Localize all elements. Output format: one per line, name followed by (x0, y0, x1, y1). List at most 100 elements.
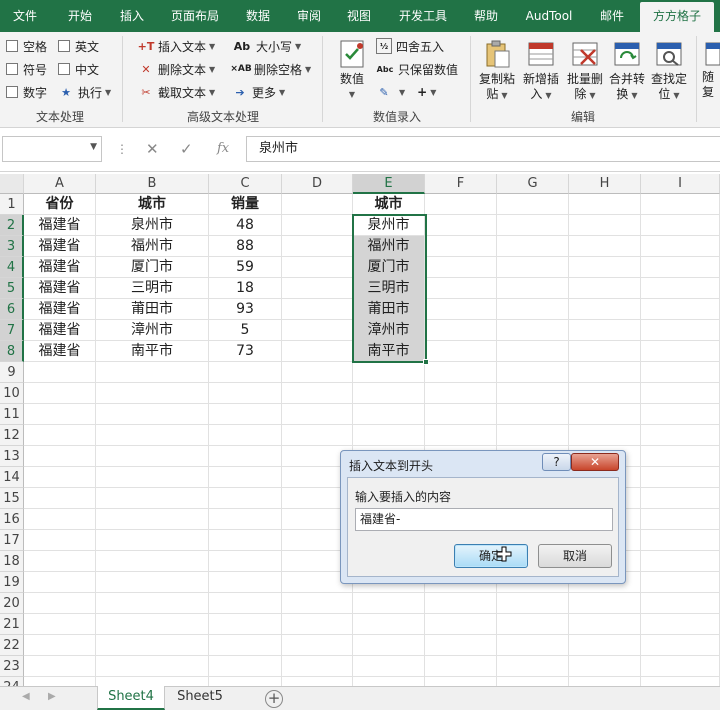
column-header-c[interactable]: C (209, 174, 282, 194)
column-header-g[interactable]: G (497, 174, 569, 194)
cell-a3[interactable]: 福建省 (24, 236, 95, 257)
extract-text-button[interactable]: ✂ 截取文本 ▼ (138, 82, 215, 102)
confirm-icon[interactable]: ✓ (180, 140, 193, 158)
cell-e1[interactable]: 城市 (353, 194, 424, 215)
tab-mail[interactable]: 邮件 (588, 0, 636, 32)
worksheet-grid[interactable]: ABCDEFGHI 1 2 3 4 5 6 7 8 9 10 11 12 13 14 15 16 17 18 19 2… (0, 174, 720, 710)
cancel-button[interactable]: 取消 (538, 544, 612, 568)
cell-b6[interactable]: 莆田市 (96, 299, 208, 320)
cell-c5[interactable]: 18 (209, 278, 281, 299)
cell-a1[interactable]: 省份 (24, 194, 95, 215)
tab-view[interactable]: 视图 (336, 0, 382, 32)
cell-c7[interactable]: 5 (209, 320, 281, 341)
tab-fangfang[interactable]: 方方格子 (640, 2, 714, 32)
row-header-13[interactable]: 13 (0, 446, 24, 467)
cell-a5[interactable]: 福建省 (24, 278, 95, 299)
english-checkbox[interactable]: 英文 (58, 36, 99, 56)
row-header-18[interactable]: 18 (0, 551, 24, 572)
sheet-prev-icon[interactable]: ◀ (22, 691, 30, 702)
close-icon[interactable]: ✕ (571, 453, 619, 471)
cell-a2[interactable]: 福建省 (24, 215, 95, 236)
cancel-icon[interactable]: ✕ (146, 140, 159, 158)
function-icon[interactable]: fx (217, 141, 229, 156)
fill-handle[interactable] (423, 359, 429, 365)
case-button[interactable]: Ab 大小写 ▼ (232, 36, 301, 56)
column-header-d[interactable]: D (282, 174, 353, 194)
tab-home[interactable]: 开始 (56, 0, 104, 32)
select-all-corner[interactable] (0, 174, 24, 194)
row-header-5[interactable]: 5 (0, 278, 24, 299)
column-header-e[interactable]: E (353, 174, 425, 194)
sheet-tab-sheet5[interactable]: Sheet5 (167, 686, 233, 710)
cell-a4[interactable]: 福建省 (24, 257, 95, 278)
row-header-17[interactable]: 17 (0, 530, 24, 551)
chinese-checkbox[interactable]: 中文 (58, 59, 99, 79)
more-button[interactable]: ➔ 更多 ▼ (232, 82, 285, 102)
row-header-19[interactable]: 19 (0, 572, 24, 593)
cell-b8[interactable]: 南平市 (96, 341, 208, 362)
cell-b4[interactable]: 厦门市 (96, 257, 208, 278)
number-checkbox[interactable]: 数字 (6, 82, 47, 102)
merge-convert-button[interactable]: 合并转 换 ▼ (606, 38, 648, 103)
cell-e7[interactable]: 漳州市 (353, 320, 424, 341)
cell-a8[interactable]: 福建省 (24, 341, 95, 362)
keep-value-button[interactable]: Abc 只保留数值 (376, 59, 458, 79)
space-checkbox[interactable]: 空格 (6, 36, 47, 56)
delete-space-button[interactable]: ×AB 删除空格 ▼ (230, 59, 311, 79)
sheet-next-icon[interactable]: ▶ (48, 691, 56, 702)
random-button[interactable]: 随 复 (702, 38, 720, 100)
tab-insert[interactable]: 插入 (108, 0, 156, 32)
row-header-22[interactable]: 22 (0, 635, 24, 656)
row-header-2[interactable]: 2 (0, 215, 24, 236)
column-header-b[interactable]: B (96, 174, 209, 194)
row-header-21[interactable]: 21 (0, 614, 24, 635)
name-box[interactable]: ▼ (2, 136, 102, 162)
row-header-7[interactable]: 7 (0, 320, 24, 341)
new-insert-button[interactable]: 新增插 入 ▼ (520, 38, 562, 103)
sheet-tab-sheet4[interactable]: Sheet4 (97, 686, 165, 710)
cell-b7[interactable]: 漳州市 (96, 320, 208, 341)
row-header-8[interactable]: 8 (0, 341, 24, 362)
row-header-11[interactable]: 11 (0, 404, 24, 425)
row-header-15[interactable]: 15 (0, 488, 24, 509)
row-header-4[interactable]: 4 (0, 257, 24, 278)
formula-input[interactable]: 泉州市 (246, 136, 720, 162)
add-sheet-icon[interactable]: + (265, 690, 283, 708)
cell-b1[interactable]: 城市 (96, 194, 208, 215)
row-header-1[interactable]: 1 (0, 194, 24, 215)
row-header-14[interactable]: 14 (0, 467, 24, 488)
edit-value-button[interactable]: ✎ ▼ + ▼ (376, 82, 436, 102)
tab-help[interactable]: 帮助 (464, 0, 508, 32)
tab-developer[interactable]: 开发工具 (388, 0, 458, 32)
cell-c8[interactable]: 73 (209, 341, 281, 362)
round-button[interactable]: ½ 四舍五入 (376, 36, 444, 56)
column-header-i[interactable]: I (641, 174, 720, 194)
column-header-h[interactable]: H (569, 174, 641, 194)
cell-a6[interactable]: 福建省 (24, 299, 95, 320)
row-header-20[interactable]: 20 (0, 593, 24, 614)
delete-text-button[interactable]: ✕ 删除文本 ▼ (138, 59, 215, 79)
cell-b3[interactable]: 福州市 (96, 236, 208, 257)
tab-audtool[interactable]: AudTool (514, 0, 584, 32)
column-header-f[interactable]: F (425, 174, 497, 194)
batch-delete-button[interactable]: 批量删 除 ▼ (564, 38, 606, 103)
copy-paste-button[interactable]: 复制粘 贴 ▼ (476, 38, 518, 103)
cell-c6[interactable]: 93 (209, 299, 281, 320)
cell-e5[interactable]: 三明市 (353, 278, 424, 299)
row-header-6[interactable]: 6 (0, 299, 24, 320)
execute-button[interactable]: ★ 执行 ▼ (58, 82, 111, 102)
cell-c3[interactable]: 88 (209, 236, 281, 257)
tab-file[interactable]: 文件 (4, 0, 46, 32)
symbol-checkbox[interactable]: 符号 (6, 59, 47, 79)
cell-c4[interactable]: 59 (209, 257, 281, 278)
cell-e8[interactable]: 南平市 (353, 341, 424, 362)
tab-data[interactable]: 数据 (234, 0, 282, 32)
column-header-a[interactable]: A (24, 174, 96, 194)
row-header-3[interactable]: 3 (0, 236, 24, 257)
cell-e3[interactable]: 福州市 (353, 236, 424, 257)
row-header-12[interactable]: 12 (0, 425, 24, 446)
cell-e6[interactable]: 莆田市 (353, 299, 424, 320)
row-header-9[interactable]: 9 (0, 362, 24, 383)
cell-b5[interactable]: 三明市 (96, 278, 208, 299)
insert-text-input[interactable]: 福建省- (355, 508, 613, 531)
